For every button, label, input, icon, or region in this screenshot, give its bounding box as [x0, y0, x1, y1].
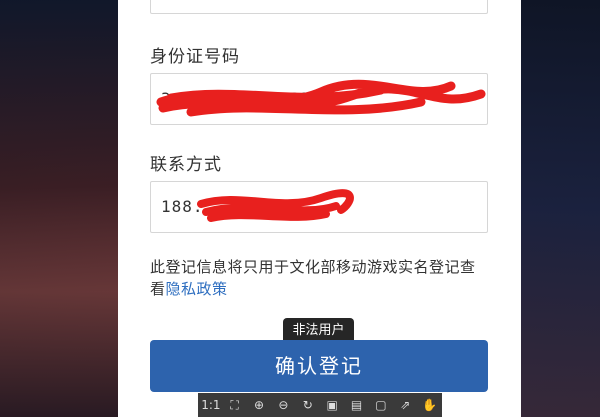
id-number-label: 身份证号码	[150, 47, 240, 67]
bookmark-icon[interactable]: ▤	[348, 398, 366, 412]
confirm-registration-button[interactable]: 确认登记	[150, 340, 488, 392]
redaction-scribble	[156, 79, 486, 117]
background-left	[0, 0, 118, 417]
crop-icon[interactable]: ▢	[372, 398, 390, 412]
fit-icon[interactable]: ⛶	[226, 398, 244, 413]
previous-field-edge	[150, 0, 488, 14]
background-right	[520, 0, 600, 417]
rotate-icon[interactable]: ↻	[299, 398, 317, 412]
privacy-notice: 此登记信息将只用于文化部移动游戏实名登记查看隐私政策	[150, 256, 490, 300]
image-viewer-toolbar: 1:1 ⛶ ⊕ ⊖ ↻ ▣ ▤ ▢ ⇗ ✋	[198, 393, 442, 417]
id-number-input[interactable]: 3 ... 91625461	[150, 73, 488, 125]
contact-input[interactable]: 188...	[150, 181, 488, 233]
save-icon[interactable]: ▣	[323, 398, 341, 412]
redaction-scribble	[197, 189, 354, 222]
privacy-policy-link[interactable]: 隐私政策	[166, 280, 228, 298]
contact-label: 联系方式	[150, 155, 222, 175]
hand-icon[interactable]: ✋	[421, 398, 439, 412]
share-icon[interactable]: ⇗	[396, 398, 414, 412]
zoom-ratio-label[interactable]: 1:1	[201, 398, 220, 412]
zoom-in-icon[interactable]: ⊕	[250, 398, 268, 412]
zoom-out-icon[interactable]: ⊖	[274, 398, 292, 412]
